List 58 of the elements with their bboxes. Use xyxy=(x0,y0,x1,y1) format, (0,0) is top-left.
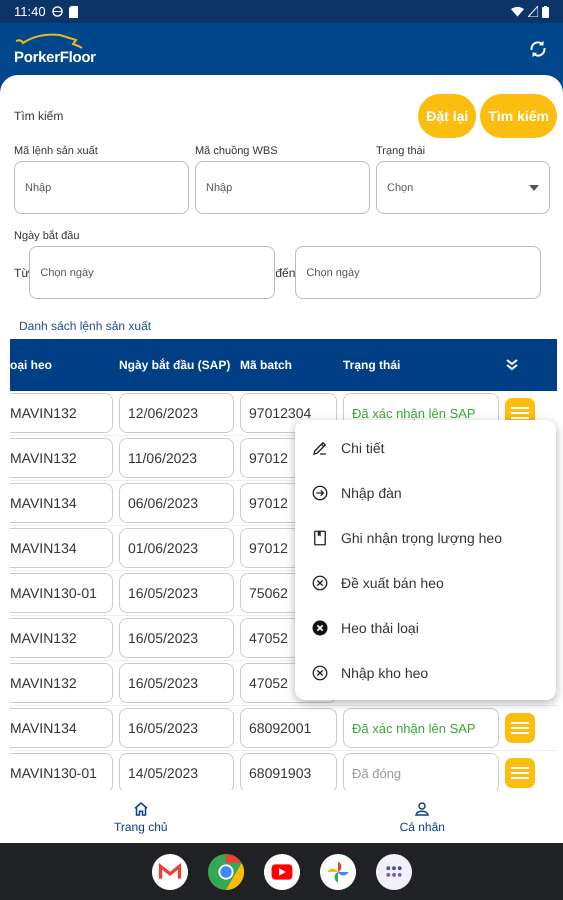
apps-icon[interactable] xyxy=(374,852,412,890)
status-dropdown[interactable]: Chọn xyxy=(376,161,550,214)
dropdown-caret-icon xyxy=(529,184,539,190)
list-title: Danh sách lệnh sản xuất xyxy=(19,319,152,333)
cancel-icon xyxy=(311,574,329,592)
arrow-circle-icon xyxy=(311,484,329,502)
app-logo: PorkerFloor xyxy=(14,48,96,66)
input-field[interactable]: Nhập xyxy=(195,161,370,214)
table-cell: MAVIN132 xyxy=(10,393,113,433)
column-header: Trạng thái xyxy=(343,358,402,372)
date-field[interactable]: Chọn ngày xyxy=(29,246,276,299)
date-field[interactable]: Chọn ngày xyxy=(295,246,542,299)
nav-tab[interactable]: Cá nhân xyxy=(282,790,563,843)
table-cell: MAVIN132 xyxy=(10,618,113,658)
field-label: Mã chuồng WBS xyxy=(195,145,278,157)
browser-icon[interactable] xyxy=(206,852,244,890)
field-label: Trạng thái xyxy=(376,145,426,157)
from-label: Từ xyxy=(14,266,30,280)
table-cell: MAVIN134 xyxy=(10,528,113,568)
status-cell: Đã xác nhận lên SAP xyxy=(343,708,499,748)
clock: 11:40 xyxy=(14,4,46,19)
cancel-icon xyxy=(311,664,329,682)
table-cell: 01/06/2023 xyxy=(119,528,234,568)
to-label: đến xyxy=(275,266,296,280)
mail-icon[interactable] xyxy=(150,852,188,890)
play-icon[interactable] xyxy=(262,852,300,890)
signal-icon xyxy=(528,6,538,17)
section-title: Tìm kiếm xyxy=(14,109,64,123)
table-cell: MAVIN132 xyxy=(10,438,113,478)
table-cell: 12/06/2023 xyxy=(119,393,234,433)
table-cell: MAVIN134 xyxy=(10,483,113,523)
field-label: Ngày bắt đầu xyxy=(14,230,80,242)
table-cell: 11/06/2023 xyxy=(119,438,234,478)
table-cell: 16/05/2023 xyxy=(119,618,234,658)
pinwheel-icon[interactable] xyxy=(318,852,356,890)
wifi-icon xyxy=(511,6,524,17)
table-cell: MAVIN132 xyxy=(10,663,113,703)
column-header: Ngày bắt đầu (SAP) xyxy=(119,358,232,372)
table-cell: MAVIN134 xyxy=(10,708,113,748)
table-cell: 16/05/2023 xyxy=(119,663,234,703)
table-cell: 16/05/2023 xyxy=(119,708,234,748)
column-header: oại heo xyxy=(10,358,54,372)
table-cell: 16/05/2023 xyxy=(119,573,234,613)
sd-card-icon xyxy=(68,6,78,18)
double-chevron-icon[interactable] xyxy=(505,358,519,372)
cancel-icon xyxy=(311,618,329,636)
person-icon xyxy=(413,800,432,818)
table-cell: MAVIN130-01 xyxy=(10,573,113,613)
table-cell: 06/06/2023 xyxy=(119,483,234,523)
nav-tab[interactable]: Trang chủ xyxy=(0,790,282,843)
battery-icon xyxy=(542,6,549,18)
home-icon xyxy=(132,800,150,818)
globe-icon xyxy=(52,6,63,17)
field-label: Mã lệnh sản xuất xyxy=(14,145,98,157)
bookmark-page-icon xyxy=(311,528,329,546)
table-cell: 68092001 xyxy=(240,708,337,748)
input-field[interactable]: Nhập xyxy=(14,161,189,214)
column-header: Mã batch xyxy=(240,358,294,372)
